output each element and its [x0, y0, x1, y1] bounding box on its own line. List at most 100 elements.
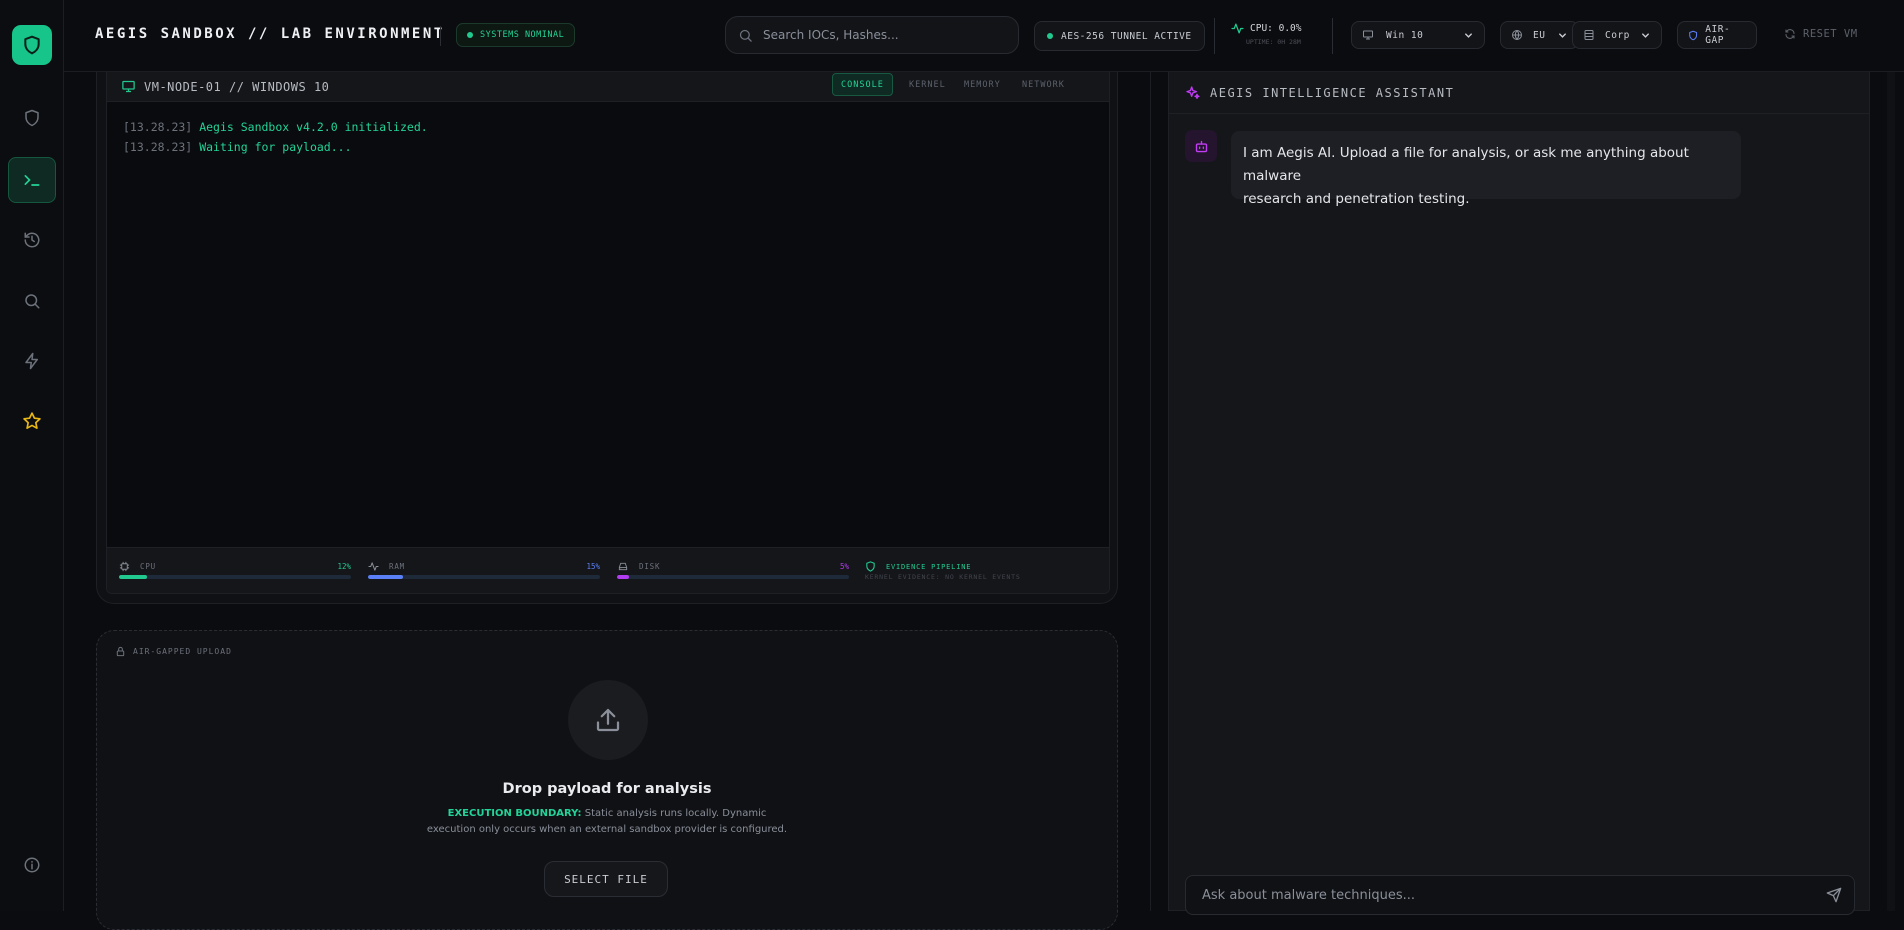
info-icon	[24, 857, 40, 873]
os-select-value: Win 10	[1386, 29, 1424, 41]
star-icon	[23, 412, 41, 429]
console-message: Waiting for payload...	[199, 140, 352, 154]
console-log: [13.28.23] Aegis Sandbox v4.2.0 initiali…	[123, 117, 428, 157]
brand-title: AEGIS SANDBOX // LAB ENVIRONMENT	[95, 26, 445, 42]
nav-terminal[interactable]	[8, 157, 56, 203]
reset-vm-button[interactable]: RESET VM	[1784, 28, 1858, 40]
tunnel-status-badge: AES-256 TUNNEL ACTIVE	[1034, 21, 1205, 51]
tunnel-status-dot	[1047, 33, 1053, 39]
cpu-stat-label: CPU	[140, 562, 156, 571]
panel-divider	[1150, 72, 1151, 911]
upload-icon	[596, 708, 620, 732]
cpu-monitor: CPU: 0.0% UPTIME: 0H 28M	[1231, 22, 1301, 46]
disk-stat-bar	[617, 575, 849, 579]
network-select[interactable]: Corp	[1572, 21, 1662, 49]
chevron-down-icon	[1465, 32, 1472, 38]
ai-message-line-2: research and penetration testing.	[1243, 191, 1470, 207]
scrollbar[interactable]	[1887, 72, 1895, 911]
reset-vm-label: RESET VM	[1803, 28, 1858, 40]
chip-icon	[119, 561, 130, 572]
database-icon	[1584, 30, 1594, 40]
lock-icon	[116, 646, 125, 657]
divider	[1214, 18, 1215, 54]
terminal-icon	[24, 175, 40, 186]
cpu-stat-bar	[119, 575, 351, 579]
network-select-value: Corp	[1605, 29, 1630, 41]
tab-network[interactable]: NETWORK	[1014, 73, 1073, 96]
activity-icon	[1231, 23, 1244, 34]
sparkles-icon	[1186, 85, 1200, 99]
upload-icon-circle	[568, 680, 648, 760]
console-line: [13.28.23] Aegis Sandbox v4.2.0 initiali…	[123, 117, 428, 137]
ram-stat: RAM 15%	[368, 561, 600, 585]
ram-stat-fill	[368, 575, 403, 579]
cpu-stat-fill	[119, 575, 147, 579]
disk-stat: DISK 5%	[617, 561, 849, 585]
nav-lightning[interactable]	[8, 338, 56, 384]
shield-icon	[1689, 30, 1698, 40]
left-nav	[0, 0, 64, 911]
evidence-label: EVIDENCE PIPELINE	[886, 562, 972, 571]
boundary-text-2: execution only occurs when an external s…	[426, 824, 788, 835]
logo[interactable]	[12, 25, 52, 65]
upload-label: AIR-GAPPED UPLOAD	[115, 646, 232, 657]
upload-dropzone[interactable]: AIR-GAPPED UPLOAD Drop payload for analy…	[96, 630, 1118, 930]
region-select-value: EU	[1533, 29, 1546, 41]
upload-description: EXECUTION BOUNDARY: Static analysis runs…	[97, 806, 1117, 838]
shield-logo-icon	[24, 35, 40, 55]
boundary-text-1: Static analysis runs locally. Dynamic	[584, 808, 767, 819]
console-timestamp: [13.28.23]	[123, 120, 193, 134]
systems-status-badge: SYSTEMS NOMINAL	[456, 23, 576, 47]
evidence-sub: KERNEL EVIDENCE: NO KERNEL EVENTS	[865, 573, 1021, 581]
send-icon	[1826, 887, 1842, 903]
send-button[interactable]	[1826, 887, 1842, 903]
nav-history[interactable]	[8, 217, 56, 263]
os-select[interactable]: Win 10	[1351, 21, 1485, 49]
tab-kernel[interactable]: KERNEL	[901, 73, 954, 96]
ai-message: I am Aegis AI. Upload a file for analysi…	[1231, 131, 1741, 207]
region-select[interactable]: EU	[1500, 21, 1579, 49]
nav-shield[interactable]	[8, 95, 56, 141]
nav-search[interactable]	[8, 278, 56, 324]
search-icon	[25, 294, 40, 309]
history-icon	[24, 232, 40, 248]
vm-console-window: VM-NODE-01 // WINDOWS 10 CONSOLE KERNEL …	[106, 72, 1110, 594]
search-icon	[739, 29, 752, 42]
chat-input-box[interactable]	[1185, 875, 1855, 915]
nav-info[interactable]	[8, 842, 56, 888]
vm-panel: VM-NODE-01 // WINDOWS 10 CONSOLE KERNEL …	[96, 72, 1118, 604]
uptime-readout: UPTIME: 0H 28M	[1246, 38, 1301, 46]
airgap-label: AIR-GAP	[1705, 24, 1731, 46]
ram-stat-bar	[368, 575, 600, 579]
disk-stat-fill	[617, 575, 629, 579]
ai-assistant-header: AEGIS INTELLIGENCE ASSISTANT	[1169, 72, 1869, 114]
search-input[interactable]	[763, 28, 993, 42]
main-area: VM-NODE-01 // WINDOWS 10 CONSOLE KERNEL …	[64, 72, 1904, 930]
vm-header: VM-NODE-01 // WINDOWS 10 CONSOLE KERNEL …	[107, 72, 1109, 102]
refresh-icon	[1785, 29, 1795, 39]
cpu-stat: CPU 12%	[119, 561, 351, 585]
tab-console[interactable]: CONSOLE	[832, 73, 893, 96]
vm-title-text: VM-NODE-01 // WINDOWS 10	[144, 79, 330, 94]
divider	[1332, 18, 1333, 54]
console-message: Aegis Sandbox v4.2.0 initialized.	[199, 120, 428, 134]
nav-favorites[interactable]	[8, 398, 56, 444]
chat-input[interactable]	[1202, 887, 1802, 903]
select-file-button[interactable]: SELECT FILE	[544, 861, 668, 897]
resource-stats: CPU 12% RAM 15% DISK 5% EVIDENCE PIPELIN…	[107, 547, 1109, 593]
console-line: [13.28.23] Waiting for payload...	[123, 137, 428, 157]
airgap-toggle[interactable]: AIR-GAP	[1677, 21, 1757, 49]
status-dot	[467, 32, 473, 38]
ram-stat-label: RAM	[389, 562, 405, 571]
disk-stat-value: 5%	[839, 562, 849, 571]
tunnel-status-label: AES-256 TUNNEL ACTIVE	[1061, 30, 1192, 42]
systems-status-label: SYSTEMS NOMINAL	[480, 30, 565, 40]
bot-icon	[1195, 140, 1207, 152]
ram-stat-value: 15%	[586, 562, 600, 571]
tab-memory[interactable]: MEMORY	[956, 73, 1009, 96]
ai-assistant-title: AEGIS INTELLIGENCE ASSISTANT	[1210, 85, 1455, 100]
chevron-down-icon	[1559, 32, 1566, 38]
search-box[interactable]	[725, 16, 1019, 54]
upload-title: Drop payload for analysis	[502, 781, 712, 797]
shield-icon	[25, 109, 39, 127]
